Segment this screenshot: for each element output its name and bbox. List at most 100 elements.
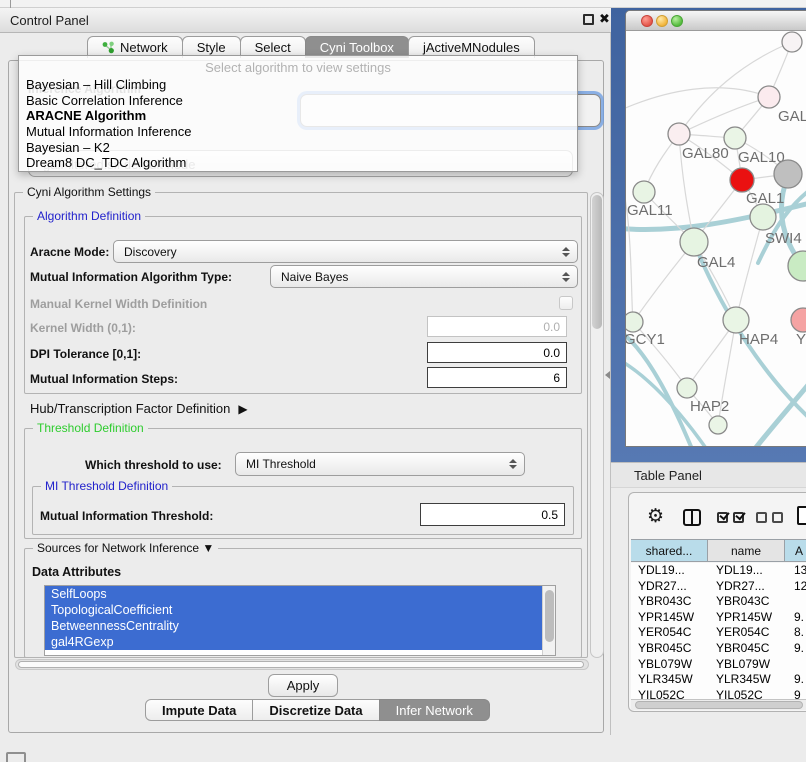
cell-extra[interactable]: 8. (787, 625, 806, 641)
table-row[interactable]: YIL052C YIL052C 9 (631, 688, 806, 699)
table-row[interactable]: YLR345W YLR345W 9. (631, 672, 806, 688)
network-node-gal[interactable] (758, 86, 780, 108)
settings-scrollbar-thumb[interactable] (592, 195, 602, 329)
settings-horizontal-scrollbar[interactable] (15, 659, 589, 670)
network-node-hap4[interactable] (723, 307, 749, 333)
table-row[interactable]: YER054C YER054C 8. (631, 625, 806, 641)
list-item-betweennesscentrality[interactable]: BetweennessCentrality (45, 618, 555, 634)
column-header-clipped[interactable]: A (784, 539, 806, 562)
apply-button[interactable]: Apply (268, 674, 338, 697)
table-row[interactable]: YBL079W YBL079W (631, 657, 806, 673)
hub-definition-disclosure[interactable]: Hub/Transcription Factor Definition▶ (30, 401, 248, 416)
network-edge[interactable] (626, 151, 633, 322)
network-node-gal4[interactable] (680, 228, 708, 256)
cell-shared-name[interactable]: YER054C (631, 625, 709, 641)
cell-shared-name[interactable]: YIL052C (631, 688, 709, 699)
select-all-checkboxes-icon[interactable] (717, 512, 744, 523)
list-item-selfloops[interactable]: SelfLoops (45, 586, 555, 602)
cell-name[interactable]: YIL052C (709, 688, 787, 699)
network-edge[interactable] (633, 242, 694, 322)
cell-extra[interactable]: 9. (787, 610, 806, 626)
minimize-traffic-light[interactable] (656, 15, 668, 27)
minimized-panel-icon[interactable] (6, 752, 26, 762)
float-window-icon[interactable] (583, 14, 594, 25)
gear-icon[interactable]: ⚙ (647, 505, 664, 528)
cell-name[interactable]: YBL079W (709, 657, 787, 673)
table-row[interactable]: YBR043C YBR043C (631, 594, 806, 610)
network-edge[interactable] (736, 217, 763, 320)
cell-shared-name[interactable]: YBL079W (631, 657, 709, 673)
table-hscrollbar-thumb[interactable] (635, 701, 803, 709)
network-node-swi4[interactable] (750, 204, 776, 230)
dropdown-item-dream8-dc-tdc-algorithm[interactable]: Dream8 DC_TDC Algorithm (26, 155, 577, 171)
dropdown-item-basic-correlation-inference[interactable]: Basic Correlation Inference (26, 93, 577, 109)
dpi-tolerance-field[interactable]: 0.0 (427, 342, 567, 363)
network-node-y[interactable] (791, 308, 806, 332)
split-columns-icon[interactable] (683, 509, 701, 526)
panel-divider-grip[interactable] (605, 371, 610, 379)
aracne-mode-combobox[interactable]: Discovery (113, 240, 578, 263)
dropdown-item-bayesian-hill-climbing[interactable]: Bayesian – Hill Climbing (26, 77, 577, 93)
table-row[interactable]: YBR045C YBR045C 9. (631, 641, 806, 657)
dropdown-item-mutual-information-inference[interactable]: Mutual Information Inference (26, 124, 577, 140)
network-node[interactable] (709, 416, 727, 434)
which-threshold-combobox[interactable]: MI Threshold (235, 452, 525, 476)
cell-shared-name[interactable]: YDL19... (631, 563, 709, 579)
document-icon[interactable] (797, 506, 806, 525)
mi-algorithm-type-combobox[interactable]: Naive Bayes (270, 265, 578, 288)
cell-name[interactable]: YBR045C (709, 641, 787, 657)
network-node-gal1[interactable] (730, 168, 754, 192)
network-node[interactable] (774, 160, 802, 188)
settings-vertical-scrollbar[interactable] (590, 192, 604, 658)
tab-infer-network[interactable]: Infer Network (379, 699, 490, 721)
table-row[interactable]: YDR27... YDR27... 12 (631, 579, 806, 595)
network-node-gal10[interactable] (724, 127, 746, 149)
list-scrollbar[interactable] (542, 586, 555, 655)
cell-extra[interactable]: 9. (787, 641, 806, 657)
close-icon[interactable]: ✖ (599, 11, 610, 27)
cell-extra[interactable]: 9. (787, 672, 806, 688)
cell-extra[interactable]: 9 (787, 688, 806, 699)
table-row[interactable]: YPR145W YPR145W 9. (631, 610, 806, 626)
cell-shared-name[interactable]: YBR043C (631, 594, 709, 610)
cell-shared-name[interactable]: YPR145W (631, 610, 709, 626)
mi-steps-field[interactable]: 6 (427, 367, 567, 388)
table-row[interactable]: YDL19... YDL19... 13 (631, 563, 806, 579)
settings-hscrollbar-thumb[interactable] (18, 661, 584, 668)
list-item-gal4rgexp[interactable]: gal4RGexp (45, 634, 555, 650)
cell-name[interactable]: YDR27... (709, 579, 787, 595)
column-header-shared-name[interactable]: shared... (631, 539, 708, 562)
zoom-traffic-light[interactable] (671, 15, 683, 27)
cell-shared-name[interactable]: YDR27... (631, 579, 709, 595)
kernel-width-field[interactable]: 0.0 (427, 316, 567, 337)
manual-kernel-width-checkbox[interactable] (559, 296, 573, 310)
close-traffic-light[interactable] (641, 15, 653, 27)
cell-extra[interactable]: 12 (787, 579, 806, 595)
cell-shared-name[interactable]: YLR345W (631, 672, 709, 688)
list-item-topologicalcoefficient[interactable]: TopologicalCoefficient (45, 602, 555, 618)
cell-extra[interactable]: 13 (787, 563, 806, 579)
table-horizontal-scrollbar[interactable] (631, 699, 806, 710)
cell-name[interactable]: YLR345W (709, 672, 787, 688)
network-canvas[interactable]: GALGAL80GAL10GAL1GAL11SWI4GAL4GCY1HAP4YH… (626, 31, 806, 447)
network-node-gal80[interactable] (668, 123, 690, 145)
cell-extra[interactable] (787, 594, 806, 610)
cell-name[interactable]: YER054C (709, 625, 787, 641)
network-node-gal11[interactable] (633, 181, 655, 203)
cell-shared-name[interactable]: YBR045C (631, 641, 709, 657)
tab-impute-data[interactable]: Impute Data (145, 699, 253, 721)
dropdown-item-aracne-algorithm[interactable]: ARACNE Algorithm (26, 108, 577, 124)
disclosure-down-icon[interactable]: ▼ (202, 541, 214, 555)
tab-discretize-data[interactable]: Discretize Data (252, 699, 379, 721)
column-header-name[interactable]: name (707, 539, 785, 562)
dropdown-item-bayesian-k2[interactable]: Bayesian – K2 (26, 140, 577, 156)
mi-threshold-field[interactable]: 0.5 (420, 503, 565, 526)
list-scrollbar-thumb[interactable] (545, 590, 554, 642)
cell-name[interactable]: YPR145W (709, 610, 787, 626)
cell-name[interactable]: YBR043C (709, 594, 787, 610)
cell-name[interactable]: YDL19... (709, 563, 787, 579)
network-node[interactable] (788, 251, 806, 281)
deselect-all-checkboxes-icon[interactable] (756, 512, 783, 523)
network-node-gcy1[interactable] (626, 312, 643, 332)
cell-extra[interactable] (787, 657, 806, 673)
